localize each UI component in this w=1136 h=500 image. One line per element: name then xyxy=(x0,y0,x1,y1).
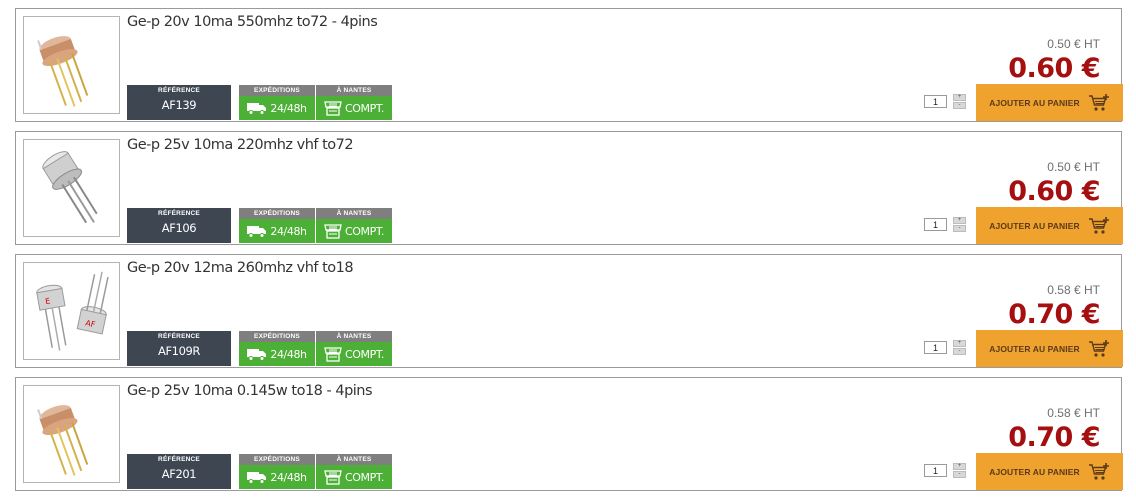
reference-label: RÉFÉRENCE xyxy=(158,210,200,217)
product-title[interactable]: Ge-p 20v 10ma 550mhz to72 - 4pins xyxy=(127,14,378,30)
store-label: À NANTES xyxy=(316,208,392,219)
quantity-input[interactable] xyxy=(924,341,947,354)
product-card: Ge-p 25v 10ma 0.145w to18 - 4pins RÉFÉRE… xyxy=(15,377,1123,491)
truck-icon xyxy=(247,471,267,484)
increment-button[interactable]: + xyxy=(953,340,966,347)
quantity-stepper[interactable]: + - xyxy=(953,94,966,110)
truck-icon xyxy=(247,348,267,361)
reference-box: RÉFÉRENCE AF109R xyxy=(127,331,231,366)
shipping-label: EXPÉDITIONS xyxy=(239,454,315,465)
store-icon xyxy=(324,223,342,239)
price-excl-tax: 0.58 € HT xyxy=(1047,406,1100,420)
quantity-stepper[interactable]: + - xyxy=(953,340,966,356)
store-icon xyxy=(324,346,342,362)
quantity-input[interactable] xyxy=(924,218,947,231)
transistor-pair-image: E AF xyxy=(36,271,109,351)
increment-button[interactable]: + xyxy=(953,217,966,224)
shipping-badge: EXPÉDITIONS 24/48h xyxy=(239,331,315,366)
add-to-cart-label: AJOUTER AU PANIER xyxy=(989,466,1080,477)
decrement-button[interactable]: - xyxy=(953,102,966,109)
reference-value: AF139 xyxy=(161,98,197,112)
product-title[interactable]: Ge-p 25v 10ma 220mhz vhf to72 xyxy=(127,137,354,153)
reference-label: RÉFÉRENCE xyxy=(158,87,200,94)
quantity-stepper[interactable]: + - xyxy=(953,463,966,479)
add-to-cart-label: AJOUTER AU PANIER xyxy=(989,97,1080,108)
add-to-cart-button[interactable]: AJOUTER AU PANIER xyxy=(976,84,1123,121)
store-value: COMPT. xyxy=(345,101,384,115)
price-excl-tax: 0.50 € HT xyxy=(1047,160,1100,174)
store-badge: À NANTES COMPT. xyxy=(316,454,392,489)
reference-label: RÉFÉRENCE xyxy=(158,456,200,463)
product-title[interactable]: Ge-p 20v 12ma 260mhz vhf to18 xyxy=(127,260,354,276)
reference-value: AF106 xyxy=(161,221,197,235)
product-card: Ge-p 25v 10ma 220mhz vhf to72 RÉFÉRENCE … xyxy=(15,131,1123,245)
product-card: Ge-p 20v 10ma 550mhz to72 - 4pins RÉFÉRE… xyxy=(15,8,1123,122)
product-image[interactable] xyxy=(23,385,120,483)
reference-box: RÉFÉRENCE AF139 xyxy=(127,85,231,120)
quantity-stepper[interactable]: + - xyxy=(953,217,966,233)
transistor-gold-4pin-image xyxy=(37,405,89,476)
reference-box: RÉFÉRENCE AF201 xyxy=(127,454,231,489)
price-incl-tax: 0.60 € xyxy=(1008,176,1100,207)
cart-plus-icon xyxy=(1088,339,1109,357)
store-icon xyxy=(324,469,342,485)
transistor-gold-4pin-image xyxy=(37,36,89,107)
truck-icon xyxy=(247,102,267,115)
price-incl-tax: 0.70 € xyxy=(1008,299,1100,330)
shipping-value: 24/48h xyxy=(270,470,307,484)
product-card: E AF Ge-p 20v 12ma 260mhz vhf to18 RÉFÉR… xyxy=(15,254,1123,368)
increment-button[interactable]: + xyxy=(953,463,966,470)
increment-button[interactable]: + xyxy=(953,94,966,101)
product-image[interactable]: E AF xyxy=(23,262,120,360)
reference-value: AF201 xyxy=(161,467,197,481)
shipping-value: 24/48h xyxy=(270,224,307,238)
reference-value: AF109R xyxy=(157,344,201,358)
store-icon xyxy=(324,100,342,116)
shipping-badge: EXPÉDITIONS 24/48h xyxy=(239,208,315,243)
decrement-button[interactable]: - xyxy=(953,225,966,232)
shipping-label: EXPÉDITIONS xyxy=(239,331,315,342)
add-to-cart-button[interactable]: AJOUTER AU PANIER xyxy=(976,453,1123,490)
quantity-input[interactable] xyxy=(924,464,947,477)
cart-plus-icon xyxy=(1088,93,1109,111)
price-excl-tax: 0.50 € HT xyxy=(1047,37,1100,51)
store-value: COMPT. xyxy=(345,347,384,361)
price-incl-tax: 0.70 € xyxy=(1008,422,1100,453)
shipping-value: 24/48h xyxy=(270,347,307,361)
shipping-badge: EXPÉDITIONS 24/48h xyxy=(239,85,315,120)
add-to-cart-label: AJOUTER AU PANIER xyxy=(989,343,1080,354)
product-title[interactable]: Ge-p 25v 10ma 0.145w to18 - 4pins xyxy=(127,383,373,399)
add-to-cart-label: AJOUTER AU PANIER xyxy=(989,220,1080,231)
store-badge: À NANTES COMPT. xyxy=(316,208,392,243)
quantity-input[interactable] xyxy=(924,95,947,108)
truck-icon xyxy=(247,225,267,238)
shipping-label: EXPÉDITIONS xyxy=(239,85,315,96)
store-label: À NANTES xyxy=(316,454,392,465)
transistor-metal-can-image xyxy=(42,151,98,224)
product-image[interactable] xyxy=(23,139,120,237)
store-value: COMPT. xyxy=(345,224,384,238)
cart-plus-icon xyxy=(1088,216,1109,234)
store-badge: À NANTES COMPT. xyxy=(316,85,392,120)
reference-box: RÉFÉRENCE AF106 xyxy=(127,208,231,243)
shipping-value: 24/48h xyxy=(270,101,307,115)
shipping-badge: EXPÉDITIONS 24/48h xyxy=(239,454,315,489)
store-value: COMPT. xyxy=(345,470,384,484)
product-image[interactable] xyxy=(23,16,120,114)
decrement-button[interactable]: - xyxy=(953,471,966,478)
price-incl-tax: 0.60 € xyxy=(1008,53,1100,84)
store-badge: À NANTES COMPT. xyxy=(316,331,392,366)
add-to-cart-button[interactable]: AJOUTER AU PANIER xyxy=(976,207,1123,244)
decrement-button[interactable]: - xyxy=(953,348,966,355)
add-to-cart-button[interactable]: AJOUTER AU PANIER xyxy=(976,330,1123,367)
shipping-label: EXPÉDITIONS xyxy=(239,208,315,219)
reference-label: RÉFÉRENCE xyxy=(158,333,200,340)
store-label: À NANTES xyxy=(316,331,392,342)
cart-plus-icon xyxy=(1088,462,1109,480)
store-label: À NANTES xyxy=(316,85,392,96)
price-excl-tax: 0.58 € HT xyxy=(1047,283,1100,297)
